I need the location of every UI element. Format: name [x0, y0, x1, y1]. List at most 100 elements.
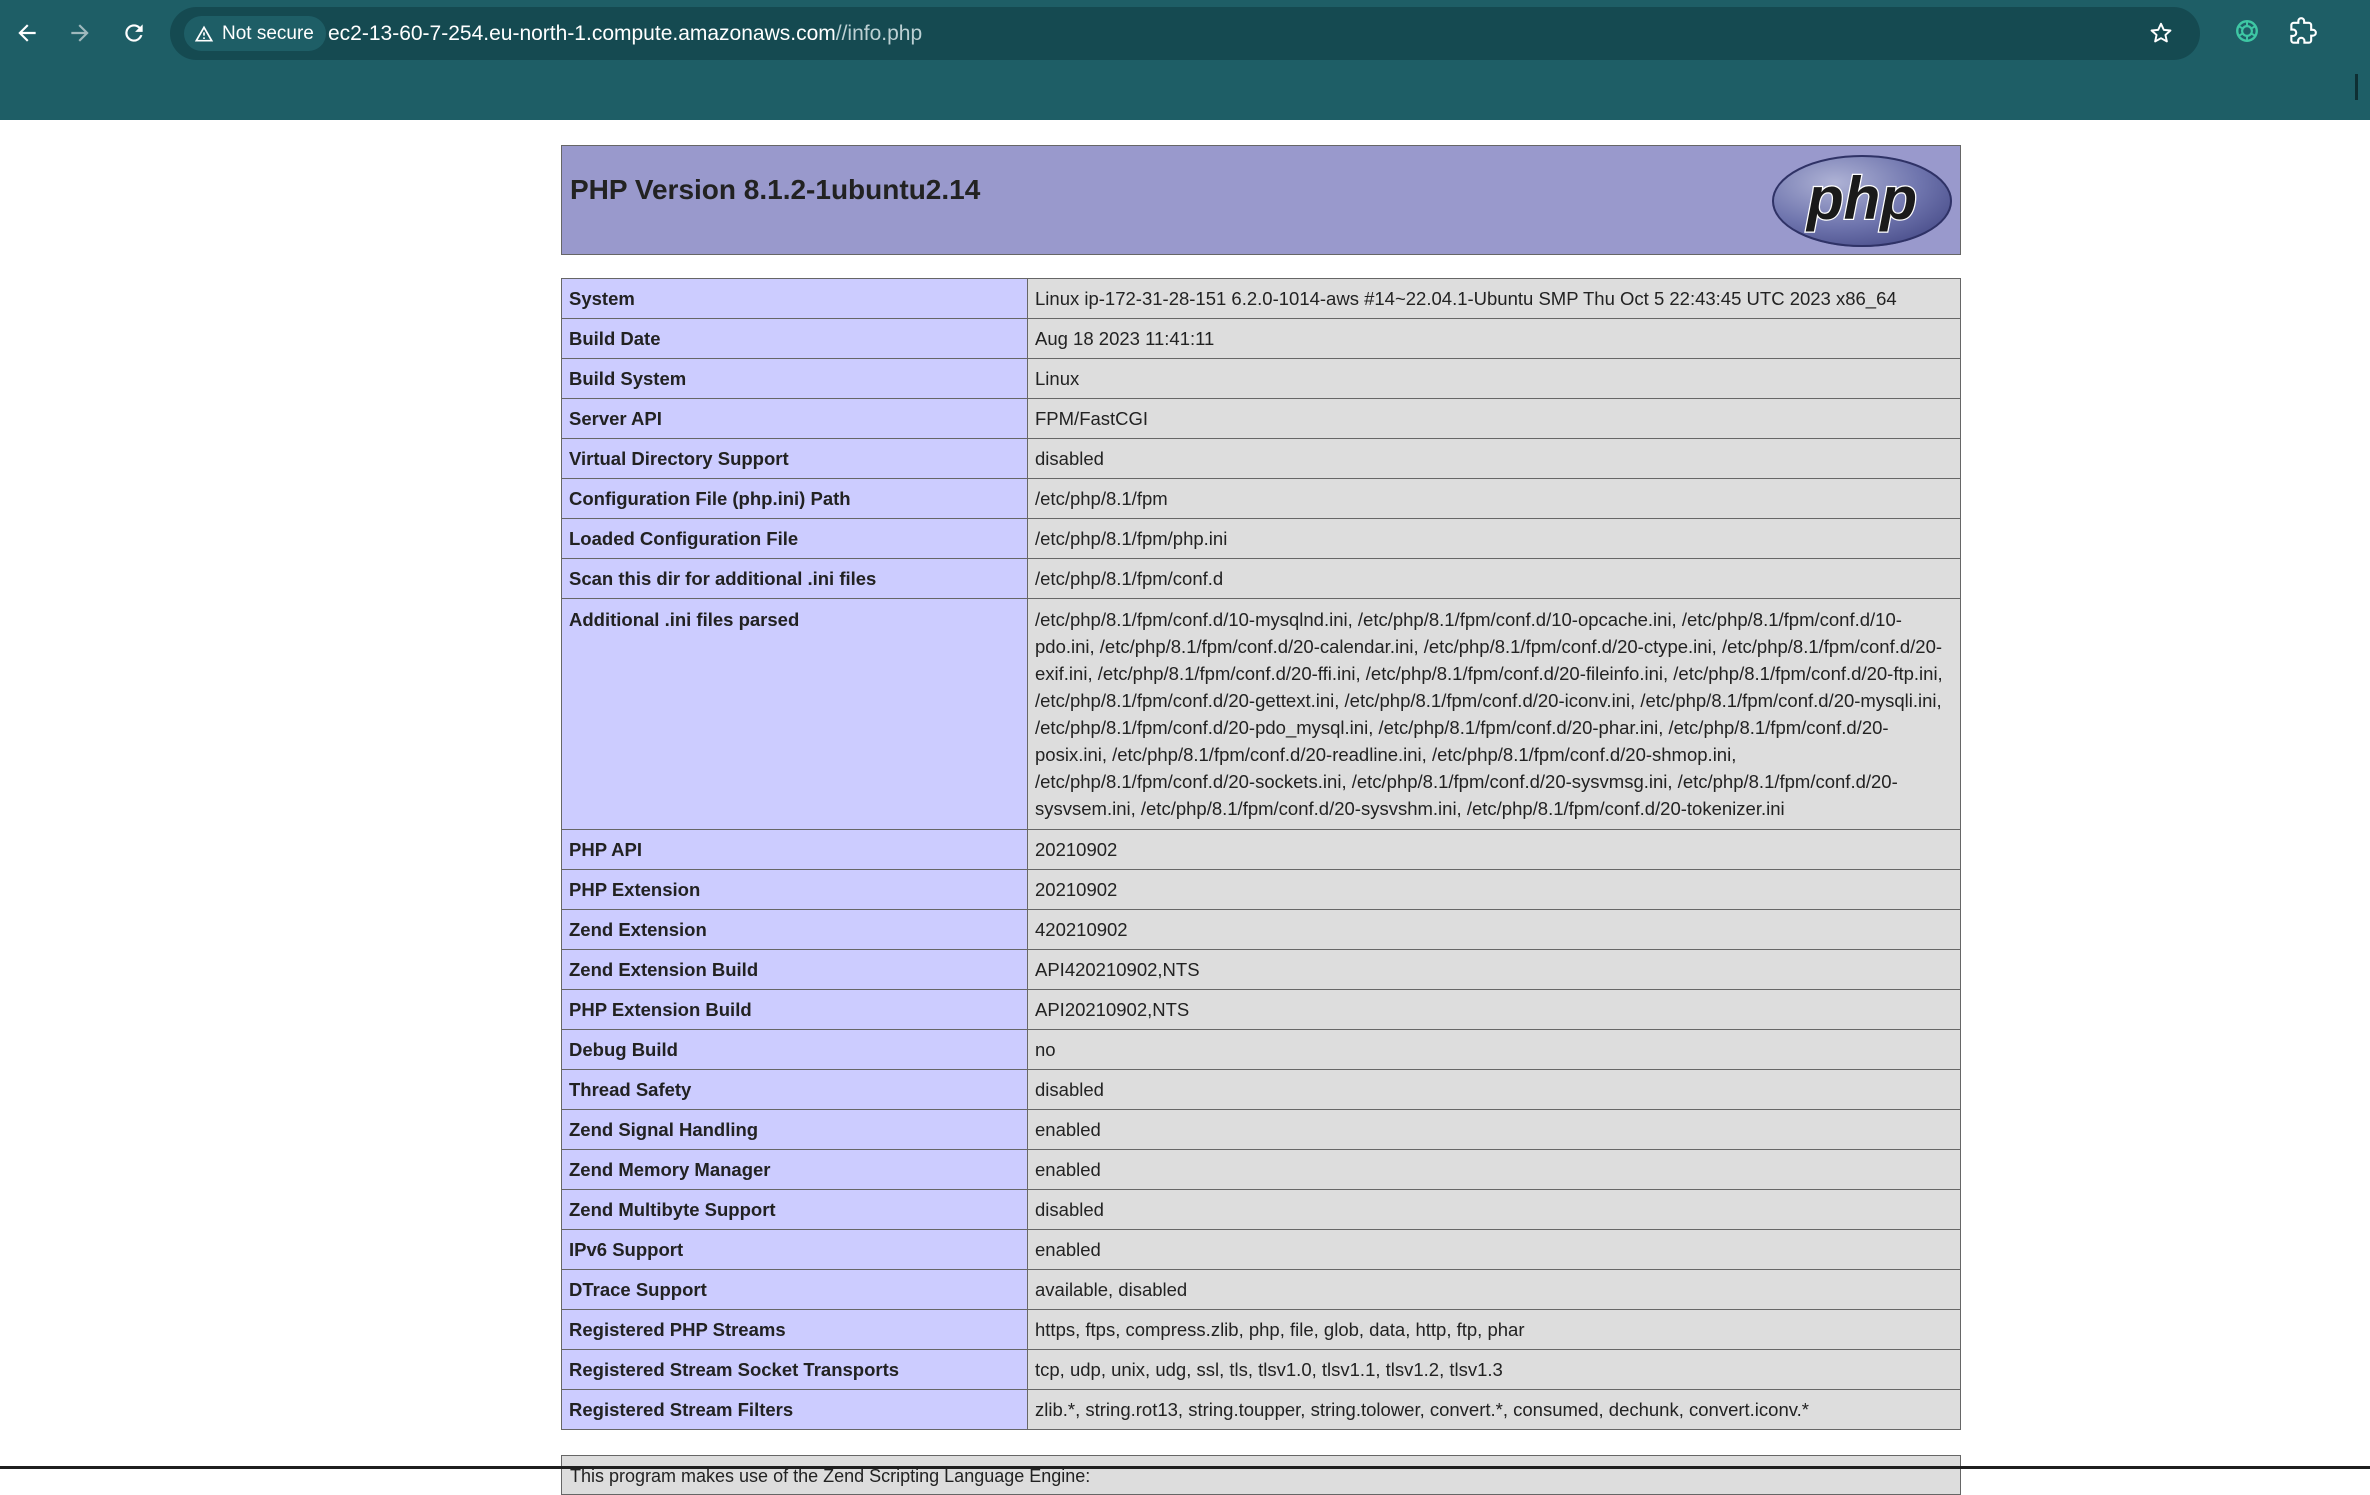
zend-footer-box: This program makes use of the Zend Scrip…	[561, 1455, 1961, 1495]
row-label: PHP Extension Build	[561, 989, 1028, 1030]
table-row: Build System Linux	[561, 358, 1961, 399]
row-value: disabled	[1027, 1189, 1961, 1230]
row-value: https, ftps, compress.zlib, php, file, g…	[1027, 1309, 1961, 1350]
security-indicator[interactable]: Not secure	[184, 16, 326, 51]
table-row: Virtual Directory Support disabled	[561, 438, 1961, 479]
forward-button[interactable]	[61, 14, 99, 52]
row-label: DTrace Support	[561, 1269, 1028, 1310]
page-title: PHP Version 8.1.2-1ubuntu2.14	[570, 174, 981, 205]
row-label: Zend Multibyte Support	[561, 1189, 1028, 1230]
table-row: Zend Extension 420210902	[561, 909, 1961, 950]
row-label: Registered PHP Streams	[561, 1309, 1028, 1350]
table-row: Registered PHP Streams https, ftps, compr…	[561, 1309, 1961, 1350]
row-label: Server API	[561, 398, 1028, 439]
table-row: Zend Memory Manager enabled	[561, 1149, 1961, 1190]
table-row: Zend Multibyte Support disabled	[561, 1189, 1961, 1230]
row-value: available, disabled	[1027, 1269, 1961, 1310]
openai-icon	[2236, 20, 2258, 42]
row-value: zlib.*, string.rot13, string.toupper, st…	[1027, 1389, 1961, 1430]
table-row: PHP API 20210902	[561, 829, 1961, 870]
row-value: disabled	[1027, 438, 1961, 479]
row-value: enabled	[1027, 1229, 1961, 1270]
row-label: Thread Safety	[561, 1069, 1028, 1110]
row-value: API420210902,NTS	[1027, 949, 1961, 990]
table-row: IPv6 Support enabled	[561, 1229, 1961, 1270]
table-row: Additional .ini files parsed/etc/php/8.1…	[561, 598, 1961, 830]
row-label: Additional .ini files parsed	[561, 598, 1028, 830]
table-row: Loaded Configuration File/etc/php/8.1/fp…	[561, 518, 1961, 559]
row-value: 420210902	[1027, 909, 1961, 950]
table-row: Debug Build no	[561, 1029, 1961, 1070]
bookmarks-bar	[0, 66, 2370, 120]
reload-icon	[125, 24, 143, 42]
table-row: Thread Safety disabled	[561, 1069, 1961, 1110]
row-value: tcp, udp, unix, udg, ssl, tls, tlsv1.0, …	[1027, 1349, 1961, 1390]
footer-text: This program makes use of the Zend Scrip…	[570, 1466, 1091, 1486]
row-value: /etc/php/8.1/fpm	[1027, 478, 1961, 519]
row-label: Debug Build	[561, 1029, 1028, 1070]
browser-toolbar: Not secure ec2-13-60-7-254.eu-north-1.co…	[0, 0, 2370, 120]
table-row: Registered Stream Filters zlib.*, string.…	[561, 1389, 1961, 1430]
row-label: IPv6 Support	[561, 1229, 1028, 1270]
puzzle-piece-icon	[2290, 17, 2317, 44]
row-value: FPM/FastCGI	[1027, 398, 1961, 439]
arrow-right-icon	[71, 24, 89, 42]
row-value: /etc/php/8.1/fpm/conf.d/10-mysqlnd.ini, …	[1027, 598, 1961, 830]
row-value: /etc/php/8.1/fpm/conf.d	[1027, 558, 1961, 599]
back-button[interactable]	[8, 14, 46, 52]
row-label: PHP Extension	[561, 869, 1028, 910]
php-logo-text: php	[1805, 165, 1917, 232]
row-label: PHP API	[561, 829, 1028, 870]
phpinfo-header: PHP Version 8.1.2-1ubuntu2.14 php	[561, 145, 1961, 255]
page-content: PHP Version 8.1.2-1ubuntu2.14 php System…	[0, 120, 2370, 1495]
table-row: Configuration File (php.ini) Path/etc/ph…	[561, 478, 1961, 519]
table-row: PHP Extension 20210902	[561, 869, 1961, 910]
row-value: API20210902,NTS	[1027, 989, 1961, 1030]
php-logo-icon: php	[1772, 155, 1952, 247]
address-bar[interactable]: Not secure ec2-13-60-7-254.eu-north-1.co…	[170, 7, 2200, 60]
row-value: 20210902	[1027, 869, 1961, 910]
row-value: enabled	[1027, 1149, 1961, 1190]
arrow-left-icon	[18, 24, 36, 42]
row-label: Build Date	[561, 318, 1028, 359]
row-value: Aug 18 2023 11:41:11	[1027, 318, 1961, 359]
row-value: /etc/php/8.1/fpm/php.ini	[1027, 518, 1961, 559]
row-label: Zend Extension Build	[561, 949, 1028, 990]
row-label: Configuration File (php.ini) Path	[561, 478, 1028, 519]
row-value: disabled	[1027, 1069, 1961, 1110]
table-row: DTrace Support available, disabled	[561, 1269, 1961, 1310]
bookmark-star-button[interactable]	[2144, 16, 2178, 50]
table-row: System Linux ip-172-31-28-151 6.2.0-1014-…	[561, 278, 1961, 319]
table-row: Server API FPM/FastCGI	[561, 398, 1961, 439]
info-table: System Linux ip-172-31-28-151 6.2.0-1014-…	[561, 278, 1961, 1430]
url-text[interactable]: ec2-13-60-7-254.eu-north-1.compute.amazo…	[328, 7, 922, 60]
table-row: Zend Extension Build API420210902,NTS	[561, 949, 1961, 990]
reload-button[interactable]	[115, 14, 153, 52]
row-label: Scan this dir for additional .ini files	[561, 558, 1028, 599]
security-label: Not secure	[222, 22, 314, 44]
row-value: Linux	[1027, 358, 1961, 399]
table-row: Scan this dir for additional .ini files /…	[561, 558, 1961, 599]
row-label: System	[561, 278, 1028, 319]
url-path: //info.php	[835, 22, 923, 45]
star-icon	[2150, 22, 2172, 43]
extensions-button[interactable]	[2286, 14, 2320, 48]
row-label: Loaded Configuration File	[561, 518, 1028, 559]
row-label: Zend Memory Manager	[561, 1149, 1028, 1190]
row-value: Linux ip-172-31-28-151 6.2.0-1014-aws #1…	[1027, 278, 1961, 319]
side-panel-handle[interactable]	[2355, 74, 2358, 100]
row-label: Registered Stream Socket Transports	[561, 1349, 1028, 1390]
row-value: enabled	[1027, 1109, 1961, 1150]
row-label: Registered Stream Filters	[561, 1389, 1028, 1430]
row-label: Zend Signal Handling	[561, 1109, 1028, 1150]
row-value: 20210902	[1027, 829, 1961, 870]
table-row: Zend Signal Handling enabled	[561, 1109, 1961, 1150]
table-row: Build Date Aug 18 2023 11:41:11	[561, 318, 1961, 359]
table-row: Registered Stream Socket Transports tcp, …	[561, 1349, 1961, 1390]
row-label: Zend Extension	[561, 909, 1028, 950]
php-logo[interactable]: php	[1769, 152, 1955, 255]
row-label: Virtual Directory Support	[561, 438, 1028, 479]
openai-extension-button[interactable]	[2232, 16, 2262, 46]
row-label: Build System	[561, 358, 1028, 399]
url-host: ec2-13-60-7-254.eu-north-1.compute.amazo…	[328, 22, 836, 45]
